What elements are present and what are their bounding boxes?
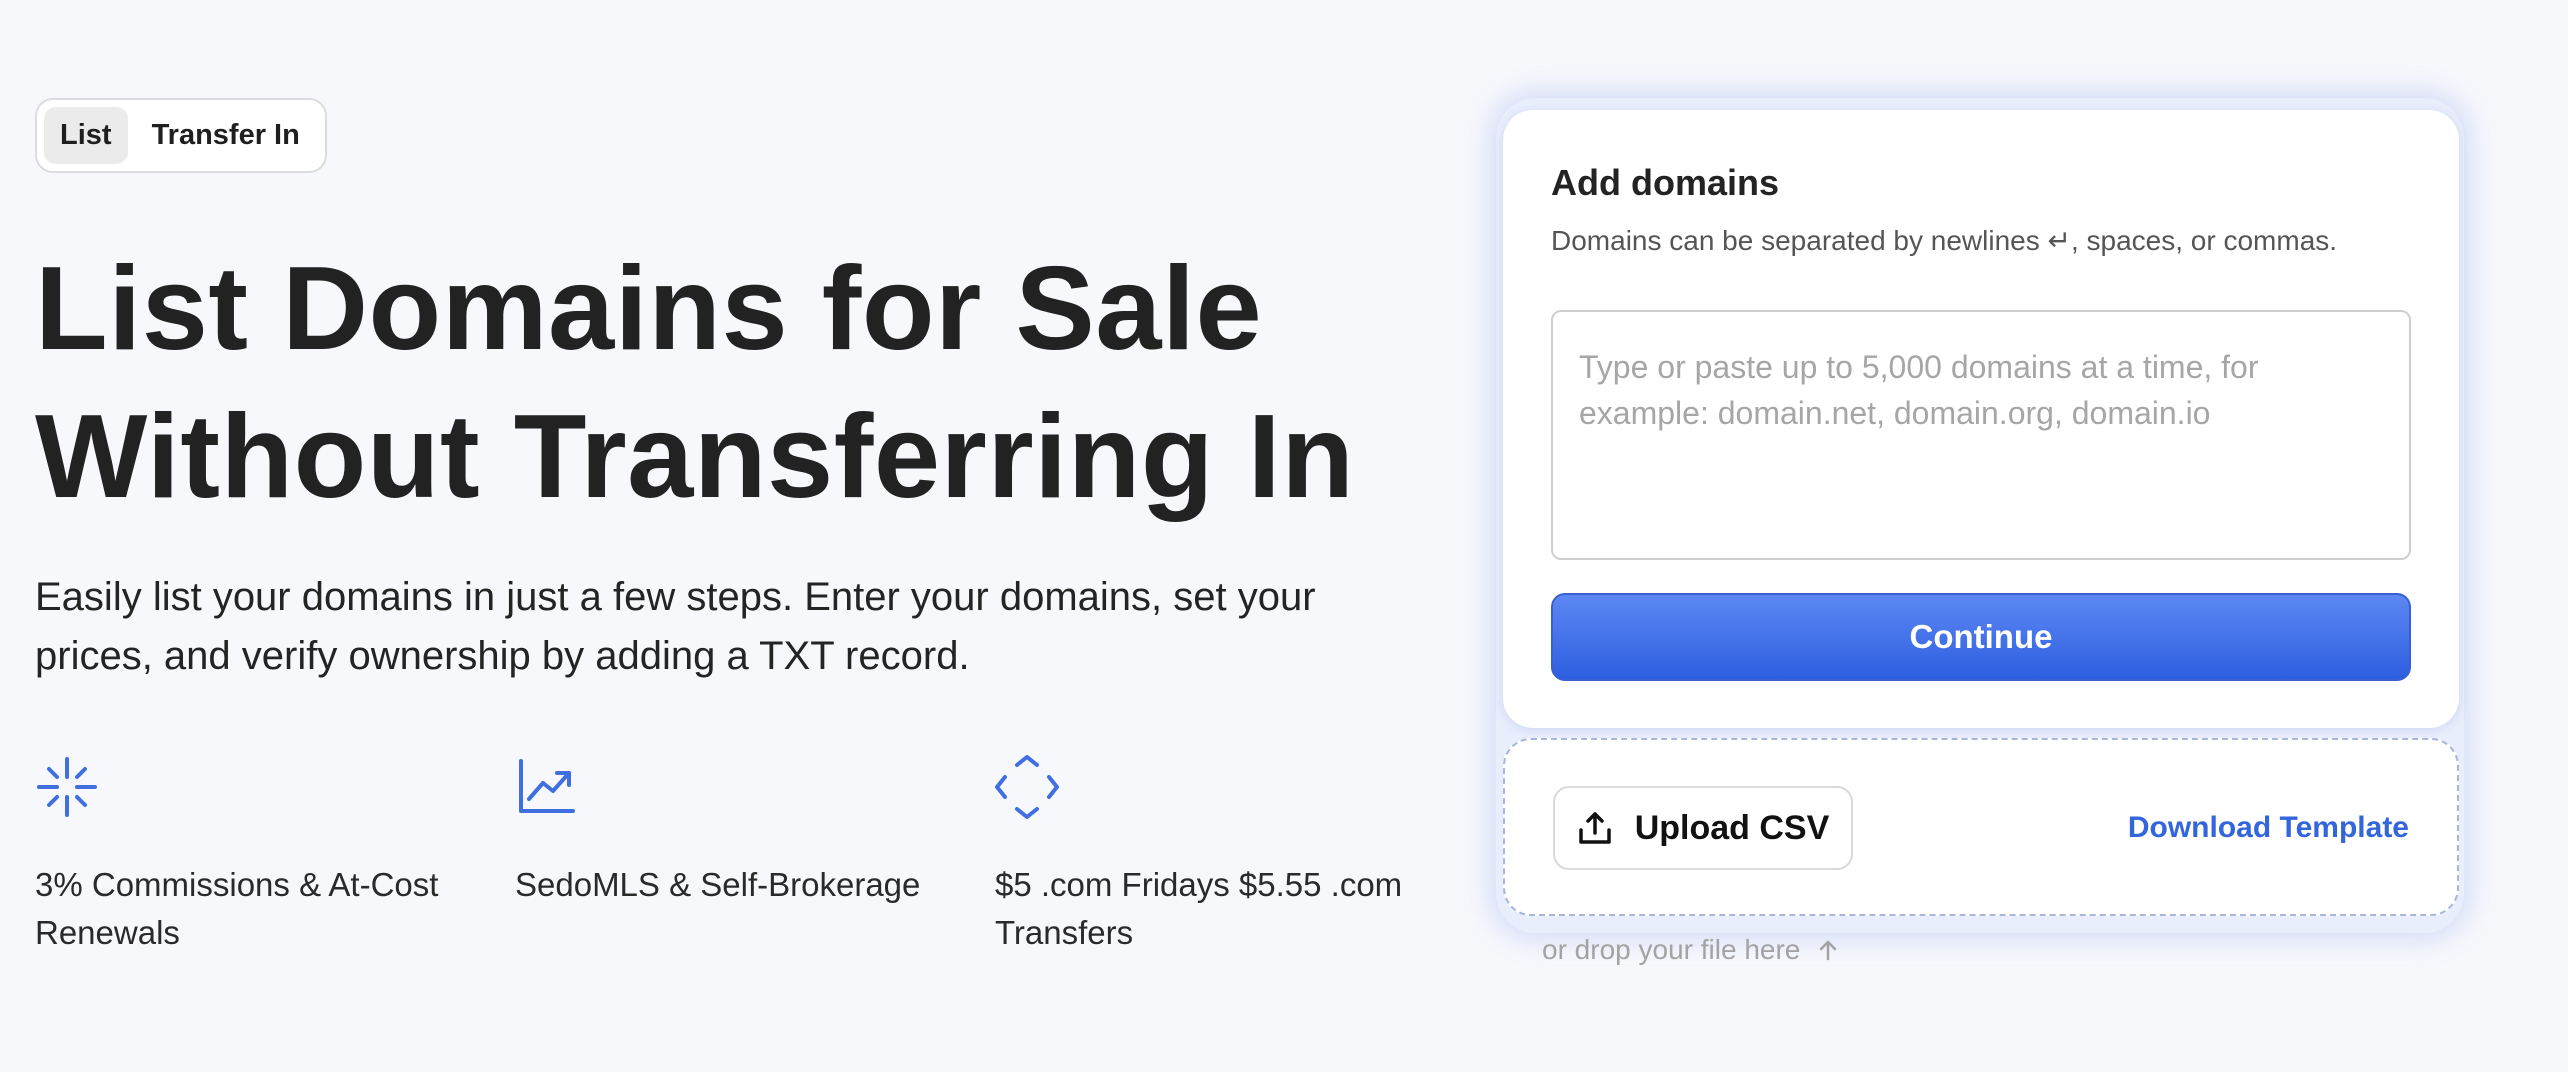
sparkle-icon [35,755,99,819]
feature-text: SedoMLS & Self-Brokerage [515,866,921,903]
add-domains-card: Add domains Domains can be separated by … [1503,110,2459,728]
upload-csv-button[interactable]: Upload CSV [1553,786,1853,870]
list-transfer-toggle: List Transfer In [35,98,327,173]
feature-text: 3% Commissions & At-Cost Renewals [35,866,439,951]
feature-sedomls: SedoMLS & Self-Brokerage [515,755,965,909]
page-title-line-1: List Domains for Sale [35,242,1263,375]
download-template-link[interactable]: Download Template [2128,811,2409,845]
feature-commissions: 3% Commissions & At-Cost Renewals [35,755,485,957]
add-domains-help: Domains can be separated by newlines ↵, … [1551,225,2338,256]
tab-list[interactable]: List [44,107,128,164]
continue-button[interactable]: Continue [1551,593,2411,681]
trend-chart-icon [515,755,579,819]
feature-text: $5 .com Fridays $5.55 .com Transfers [995,866,1403,951]
list-domains-page: List Transfer In List Domains for Sale W… [0,0,2568,1072]
add-domains-title: Add domains [1551,162,1780,203]
page-title: List Domains for Sale Without Transferri… [35,235,1415,531]
domains-input[interactable] [1551,310,2411,560]
upload-csv-label: Upload CSV [1634,808,1830,847]
upload-icon [1577,810,1613,846]
drop-file-hint: or drop your file here [1542,934,1840,966]
page-subtitle: Easily list your domains in just a few s… [35,575,1316,678]
feature-pricing: $5 .com Fridays $5.55 .com Transfers [995,755,1445,957]
csv-drop-zone[interactable]: Upload CSV Download Template [1503,738,2459,916]
tab-transfer-in[interactable]: Transfer In [134,107,318,164]
drop-hint-text: or drop your file here [1542,934,1801,965]
arrow-up-icon [1816,938,1840,962]
scan-frame-icon [995,755,1059,819]
page-title-line-2: Without Transferring In [35,390,1355,523]
